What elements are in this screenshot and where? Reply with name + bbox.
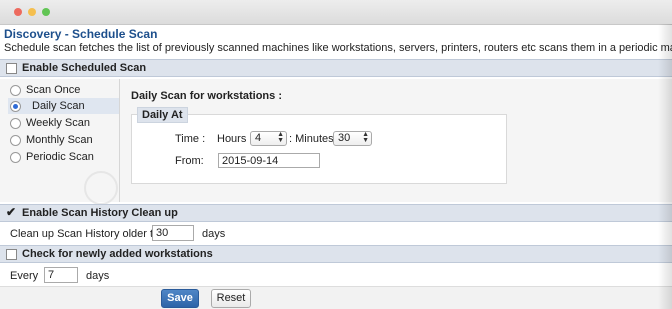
every-days-value: 7 <box>48 269 55 281</box>
zoom-window-button[interactable] <box>42 8 50 16</box>
hours-select-value: 4 <box>255 132 262 144</box>
scan-history-row: Clean up Scan History older than 30 days <box>0 222 672 244</box>
footer-bar <box>0 286 672 309</box>
scan-type-weekly[interactable]: Weekly Scan <box>8 115 119 131</box>
from-label: From: <box>175 155 204 167</box>
daily-at-fieldset <box>131 114 507 184</box>
new-workstations-checkbox[interactable] <box>6 249 17 260</box>
page-title: Discovery - Schedule Scan <box>4 27 158 41</box>
scan-type-once[interactable]: Scan Once <box>8 82 119 98</box>
enable-scheduled-scan-header: Enable Scheduled Scan <box>0 59 672 77</box>
history-prefix-label: Clean up Scan History older than <box>10 228 172 240</box>
radio-weekly-scan[interactable] <box>10 118 21 129</box>
new-workstations-header: Check for newly added workstations <box>0 245 672 263</box>
daily-scan-label: Daily Scan <box>32 100 85 112</box>
reset-button[interactable]: Reset <box>211 289 251 308</box>
save-button[interactable]: Save <box>161 289 199 308</box>
page-description: Schedule scan fetches the list of previo… <box>4 42 672 54</box>
enable-scheduled-scan-label: Enable Scheduled Scan <box>22 62 147 74</box>
scan-history-label: Enable Scan History Clean up <box>22 207 178 219</box>
daily-at-legend: Daily At <box>137 107 188 123</box>
minutes-label: : Minutes <box>289 133 334 145</box>
weekly-scan-label: Weekly Scan <box>26 117 90 129</box>
minutes-select[interactable]: 30 ▲ ▼ <box>333 131 372 146</box>
hours-select[interactable]: 4 ▲ ▼ <box>250 131 287 146</box>
scan-history-header: ✔ Enable Scan History Clean up <box>0 204 672 222</box>
from-date-input[interactable]: 2015-09-14 <box>218 153 320 168</box>
scan-history-checkbox[interactable]: ✔ <box>6 205 16 219</box>
every-days-input[interactable]: 7 <box>44 267 78 283</box>
every-label: Every <box>10 270 39 282</box>
radio-periodic-scan[interactable] <box>10 152 21 163</box>
window-edge-shadow <box>658 24 672 309</box>
scan-once-label: Scan Once <box>26 84 81 96</box>
scan-type-monthly[interactable]: Monthly Scan <box>8 132 119 148</box>
minimize-window-button[interactable] <box>28 8 36 16</box>
history-days-input[interactable]: 30 <box>152 225 194 241</box>
enable-scheduled-scan-checkbox[interactable] <box>6 63 17 74</box>
from-date-value: 2015-09-14 <box>222 155 279 167</box>
history-days-value: 30 <box>156 227 169 239</box>
radio-daily-scan[interactable] <box>10 101 21 112</box>
close-window-button[interactable] <box>14 8 22 16</box>
periodic-scan-label: Periodic Scan <box>26 151 94 163</box>
select-arrows-icon: ▲ ▼ <box>362 131 369 144</box>
radio-scan-once[interactable] <box>10 85 21 96</box>
select-arrows-icon: ▲ ▼ <box>277 131 284 144</box>
radio-monthly-scan[interactable] <box>10 135 21 146</box>
scan-type-daily[interactable]: Daily Scan <box>8 98 119 114</box>
title-bar <box>0 0 672 25</box>
clock-icon <box>84 171 118 205</box>
history-days-label: days <box>202 228 226 240</box>
app-window: Discovery - Schedule Scan Schedule scan … <box>0 0 672 309</box>
minutes-select-value: 30 <box>338 132 351 144</box>
daily-scan-heading: Daily Scan for workstations : <box>131 90 282 102</box>
new-workstations-row: Every 7 days <box>0 263 672 286</box>
every-days-label: days <box>86 270 110 282</box>
time-label: Time : <box>175 133 206 145</box>
scan-type-periodic[interactable]: Periodic Scan <box>8 149 119 165</box>
hours-label: Hours <box>217 133 247 145</box>
new-workstations-label: Check for newly added workstations <box>22 248 213 260</box>
monthly-scan-label: Monthly Scan <box>26 134 93 146</box>
scan-type-panel: Scan Once Daily Scan Weekly Scan Monthly… <box>0 79 120 205</box>
